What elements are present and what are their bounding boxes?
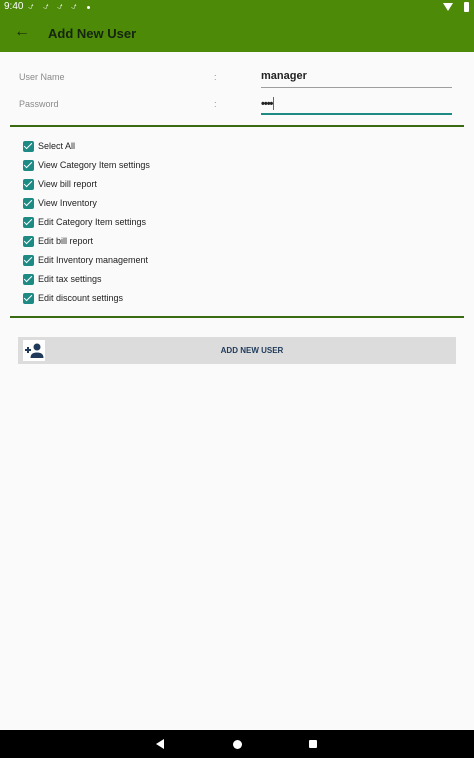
checkbox-checked-icon[interactable] <box>23 235 34 247</box>
status-bar: 9:40 ⍻ ⍻ ⍻ ⍻ <box>0 0 474 15</box>
username-label: User Name <box>19 72 65 82</box>
more-notifications-dot-icon <box>87 6 90 9</box>
checkbox-label: Edit Category Item settings <box>38 217 147 227</box>
checkbox-checked-icon[interactable] <box>23 273 34 285</box>
checkbox-select-all[interactable]: Select All <box>23 138 75 154</box>
checkbox-checked-icon[interactable] <box>23 216 34 228</box>
page-title: Add New User <box>48 26 137 41</box>
download-done-icon: ⍻ <box>43 1 49 12</box>
checkbox-edit-tax-settings[interactable]: Edit tax settings <box>23 271 102 287</box>
checkbox-label: Edit bill report <box>38 236 94 246</box>
username-value: manager <box>261 70 307 82</box>
download-done-icon: ⍻ <box>28 1 34 12</box>
checkbox-checked-icon[interactable] <box>23 140 34 152</box>
checkbox-checked-icon[interactable] <box>23 159 34 171</box>
add-new-user-button[interactable]: ADD NEW USER <box>18 337 456 364</box>
checkbox-label: Edit discount settings <box>38 293 124 303</box>
checkbox-checked-icon[interactable] <box>23 197 34 209</box>
username-row: User Name : manager <box>0 66 474 90</box>
checkbox-label: Edit tax settings <box>38 274 102 284</box>
divider-bottom <box>10 316 464 318</box>
password-label: Password <box>19 99 59 109</box>
checkbox-label: Select All <box>38 141 76 151</box>
checkbox-checked-icon[interactable] <box>23 178 34 190</box>
download-done-icon: ⍻ <box>57 1 63 12</box>
status-time: 9:40 <box>4 1 24 12</box>
password-colon: : <box>214 99 217 109</box>
download-done-icon: ⍻ <box>71 1 77 12</box>
username-field[interactable]: manager <box>261 66 452 88</box>
password-value: •••• <box>261 98 273 110</box>
text-cursor <box>273 97 275 110</box>
checkbox-label: Edit Inventory management <box>38 255 149 265</box>
password-row: Password : •••• <box>0 93 474 117</box>
password-field[interactable]: •••• <box>261 93 452 115</box>
battery-icon <box>464 2 469 12</box>
nav-home-icon[interactable] <box>233 740 242 749</box>
checkbox-edit-inventory-management[interactable]: Edit Inventory management <box>23 252 148 268</box>
checkbox-checked-icon[interactable] <box>23 292 34 304</box>
checkbox-label: View Category Item settings <box>38 160 150 170</box>
checkbox-edit-category-item-settings[interactable]: Edit Category Item settings <box>23 214 146 230</box>
divider-top <box>10 125 464 127</box>
checkbox-label: View Inventory <box>38 198 97 208</box>
nav-recents-icon[interactable] <box>309 740 317 748</box>
checkbox-label: View bill report <box>38 179 97 189</box>
checkbox-view-bill-report[interactable]: View bill report <box>23 176 97 192</box>
checkbox-edit-bill-report[interactable]: Edit bill report <box>23 233 93 249</box>
app-bar: ← Add New User <box>0 15 474 52</box>
wifi-icon <box>443 3 453 11</box>
username-colon: : <box>214 72 217 82</box>
checkbox-view-category-item-settings[interactable]: View Category Item settings <box>23 157 150 173</box>
checkbox-checked-icon[interactable] <box>23 254 34 266</box>
checkbox-edit-discount-settings[interactable]: Edit discount settings <box>23 290 123 306</box>
checkbox-view-inventory[interactable]: View Inventory <box>23 195 97 211</box>
system-nav-bar <box>0 730 474 758</box>
add-new-user-label: ADD NEW USER <box>220 346 284 355</box>
arrow-back-icon[interactable]: ← <box>14 23 30 41</box>
nav-back-icon[interactable] <box>156 739 164 749</box>
